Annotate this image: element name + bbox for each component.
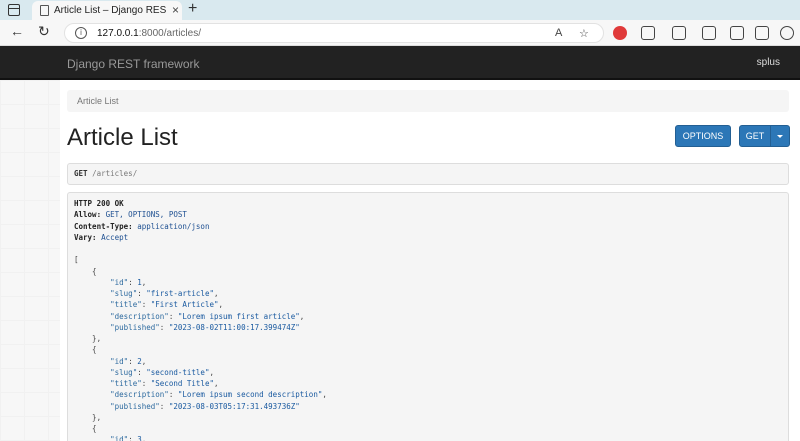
- header-key: Vary:: [74, 232, 97, 242]
- tab-close-icon[interactable]: ×: [172, 3, 179, 17]
- request-info: GET /articles/: [67, 163, 789, 185]
- response-status: HTTP 200 OK: [74, 199, 124, 208]
- request-method: GET: [74, 169, 88, 178]
- json-value: "Second Title": [150, 379, 214, 388]
- favorites-icon[interactable]: [702, 26, 716, 40]
- json-value: "first-article": [146, 289, 214, 298]
- response-info: HTTP 200 OK Allow: GET, OPTIONS, POST Co…: [67, 192, 789, 441]
- tab-actions-icon[interactable]: [8, 4, 20, 16]
- drf-navbar: Django REST framework splus: [0, 46, 800, 80]
- browser-toolbar: ← ↻ i 127.0.0.1:8000/articles/ A ☆: [0, 20, 800, 46]
- json-value: "second-title": [146, 367, 210, 377]
- json-value: "Lorem ipsum second description": [177, 390, 323, 400]
- reload-icon[interactable]: ↻: [38, 23, 50, 40]
- breadcrumb: Article List: [67, 90, 789, 112]
- copilot-icon[interactable]: [641, 26, 655, 40]
- split-screen-icon[interactable]: [672, 26, 686, 40]
- new-tab-button[interactable]: +: [188, 0, 197, 18]
- get-button[interactable]: GET: [739, 125, 771, 147]
- favorite-star-icon[interactable]: ☆: [579, 27, 589, 40]
- browser-tab[interactable]: Article List – Django REST framew ×: [32, 1, 182, 20]
- request-path: /articles/: [92, 169, 138, 178]
- back-arrow-icon[interactable]: ←: [10, 23, 24, 39]
- page-title: Article List: [67, 124, 178, 151]
- extension-icon[interactable]: [613, 26, 627, 40]
- tab-title: Article List – Django REST framew: [54, 5, 166, 16]
- json-value: "Lorem ipsum first article": [177, 311, 300, 321]
- header-value[interactable]: application/json: [137, 222, 209, 231]
- json-value: "2023-08-03T05:17:31.493736Z": [168, 401, 300, 411]
- url-text[interactable]: 127.0.0.1:8000/articles/: [97, 28, 201, 39]
- caret-down-icon: [777, 135, 783, 139]
- address-bar[interactable]: i 127.0.0.1:8000/articles/ A ☆: [64, 23, 604, 43]
- json-value: "2023-08-02T11:00:17.399474Z": [168, 322, 300, 332]
- brand-link[interactable]: Django REST framework: [67, 57, 200, 71]
- collections-icon[interactable]: [730, 26, 744, 40]
- header-key: Allow:: [74, 210, 102, 220]
- header-key: Content-Type:: [74, 221, 133, 231]
- page-icon: [40, 5, 49, 16]
- options-button[interactable]: OPTIONS: [675, 125, 731, 147]
- browser-tab-bar: Article List – Django REST framew × +: [0, 0, 800, 20]
- header-value: GET, OPTIONS, POST: [105, 210, 187, 220]
- profile-icon[interactable]: [780, 26, 794, 40]
- get-format-dropdown[interactable]: [770, 125, 790, 147]
- header-value: Accept: [101, 232, 129, 242]
- extensions-icon[interactable]: [755, 26, 769, 40]
- user-menu[interactable]: splus: [757, 57, 780, 68]
- json-value: "First Article": [150, 300, 219, 310]
- read-aloud-icon[interactable]: A: [555, 27, 562, 39]
- site-info-icon[interactable]: i: [75, 27, 87, 39]
- breadcrumb-item[interactable]: Article List: [77, 96, 119, 106]
